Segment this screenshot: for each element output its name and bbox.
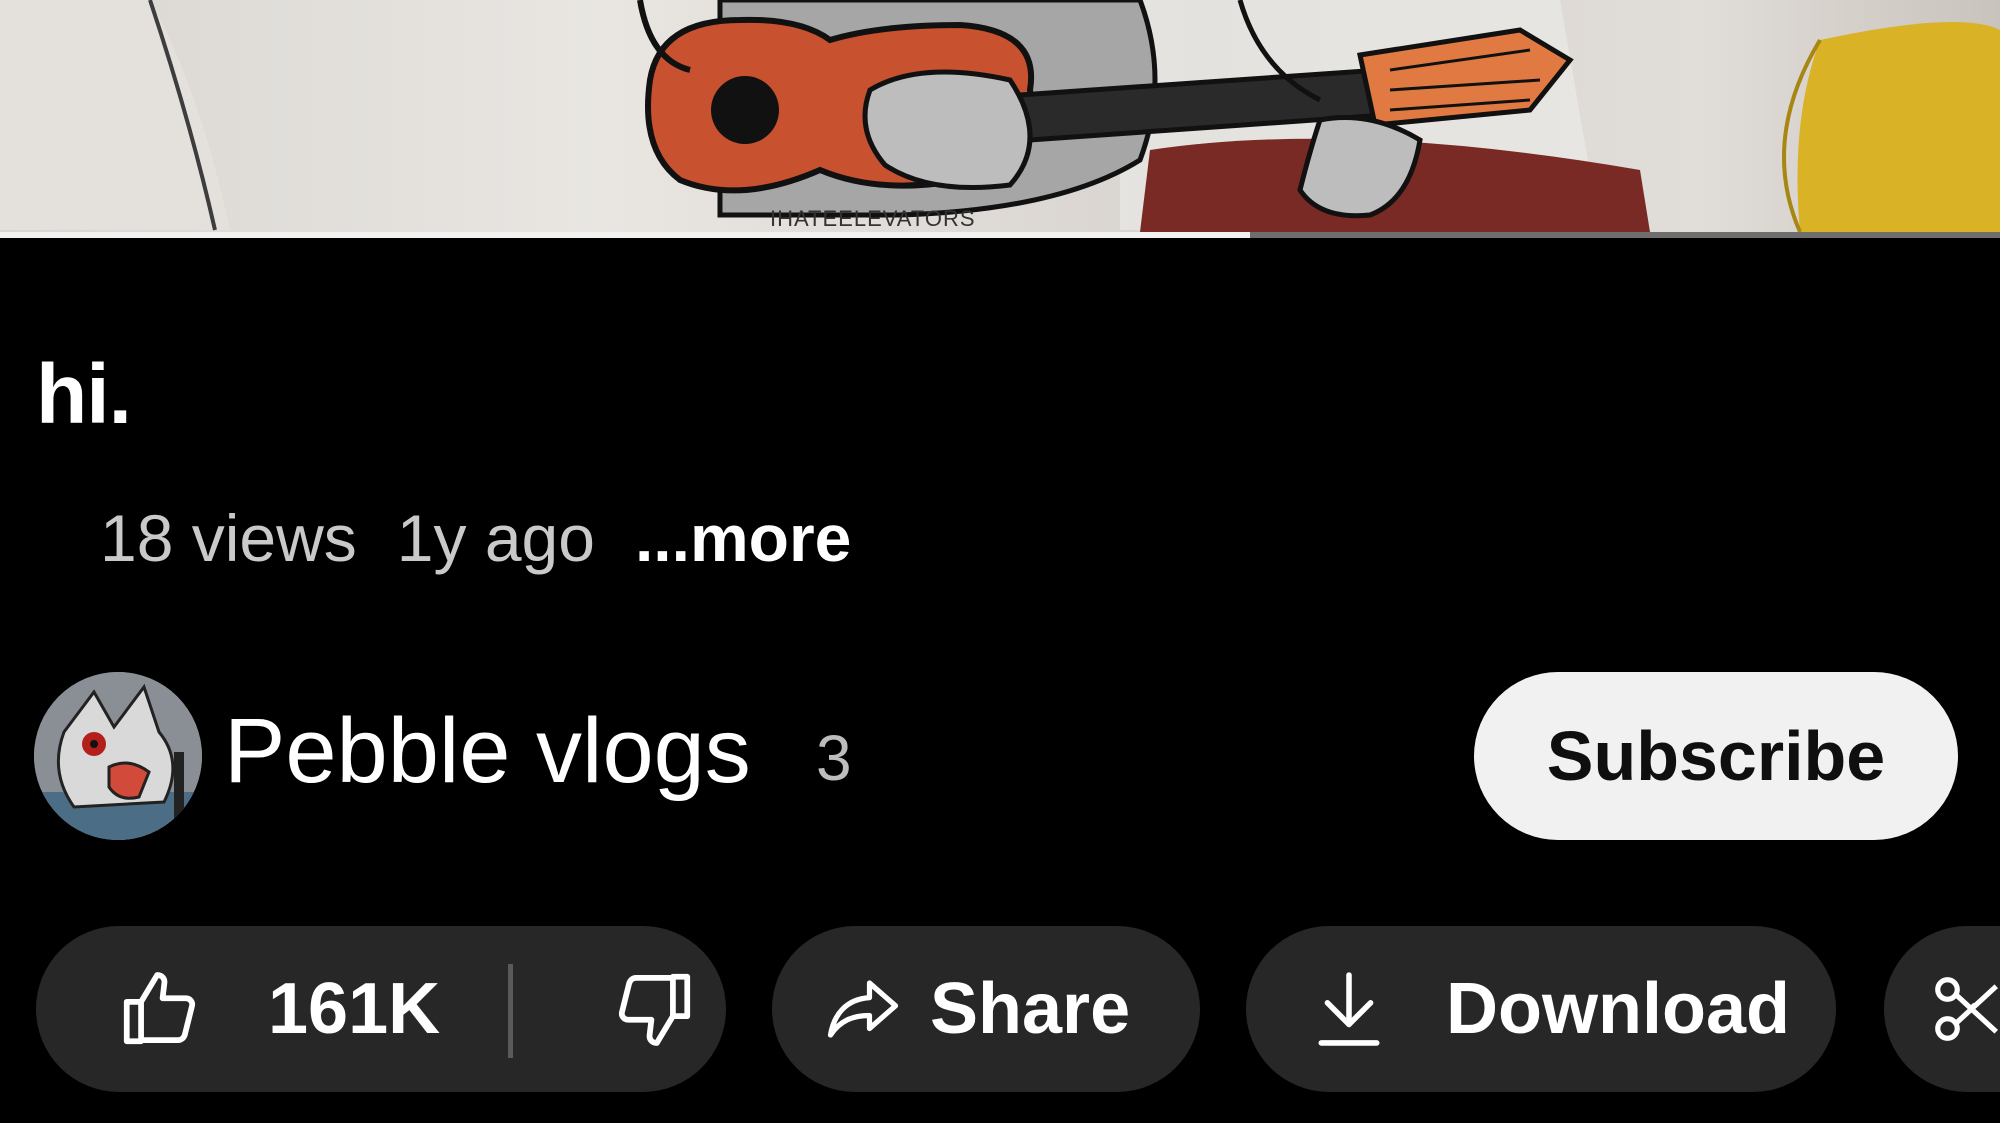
progress-played [0,232,1250,238]
channel-avatar[interactable] [34,672,202,840]
share-button[interactable]: Share [772,926,1200,1092]
video-title[interactable]: hi. [36,352,132,436]
clip-button[interactable] [1884,926,2000,1092]
download-button[interactable]: Download [1246,926,1836,1092]
download-label: Download [1446,969,1790,1049]
channel-name[interactable]: Pebble vlogs [224,705,751,797]
subscriber-count: 3 [816,722,852,794]
video-watermark: IHATEELEVATORS [770,206,976,231]
like-button[interactable]: 161K [36,926,506,1092]
progress-bar[interactable] [0,232,2000,238]
thumbs-down-icon [612,966,698,1052]
upload-age: 1y ago [396,501,595,575]
like-count: 161K [268,969,441,1049]
video-meta[interactable]: 18 views 1y ago ...more [100,505,851,571]
share-arrow-icon [824,970,902,1048]
thumbs-up-icon [116,966,202,1052]
like-dislike-pill: 161K [36,926,726,1092]
video-player[interactable]: IHATEELEVATORS [0,0,2000,238]
scissors-icon [1928,970,2000,1048]
avatar-image [34,672,202,840]
view-count: 18 views [100,501,357,575]
like-divider [508,964,513,1058]
download-icon [1312,968,1386,1050]
subscribe-button[interactable]: Subscribe [1474,672,1958,840]
watch-page: IHATEELEVATORS hi. 18 views 1y ago ...more… [0,0,2000,1123]
share-label: Share [930,969,1131,1049]
more-link[interactable]: ...more [635,505,851,571]
dislike-button[interactable] [514,926,726,1092]
video-frame-illustration: IHATEELEVATORS [0,0,2000,233]
